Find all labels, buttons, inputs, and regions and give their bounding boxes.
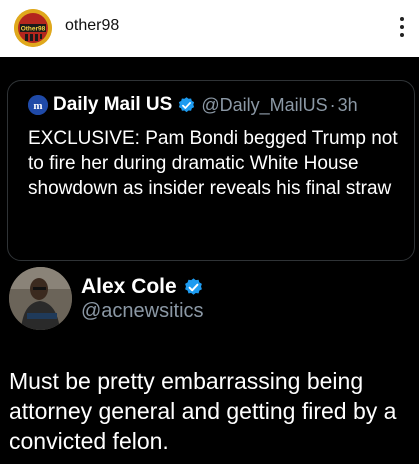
author-handle[interactable]: @acnewsitics <box>81 300 204 323</box>
verified-badge-icon <box>179 96 195 112</box>
author-name[interactable]: Alex Cole <box>81 275 177 299</box>
header-username[interactable]: other98 <box>65 17 119 35</box>
verified-badge-icon <box>184 277 202 295</box>
vertical-dots-icon[interactable] <box>395 14 409 42</box>
other98-logo-icon[interactable]: Other98 <box>14 9 52 47</box>
quoted-author-name[interactable]: Daily Mail US <box>53 94 172 116</box>
post-content: m Daily Mail US @Daily_MailUS · 3h EXCLU… <box>0 57 419 464</box>
separator-dot: · <box>329 94 336 115</box>
app-header: Other98 other98 <box>0 0 419 57</box>
author-avatar[interactable] <box>9 267 72 330</box>
post-text: Must be pretty embarrassing being attorn… <box>9 368 397 454</box>
quoted-post-text: EXCLUSIVE: Pam Bondi begged Trump not to… <box>28 128 398 199</box>
quoted-post-time[interactable]: 3h <box>338 95 358 116</box>
author-name-row: Alex Cole <box>81 274 204 300</box>
quoted-post-header: m Daily Mail US @Daily_MailUS · 3h <box>28 93 358 117</box>
svg-text:m: m <box>33 100 42 112</box>
svg-text:Other98: Other98 <box>21 26 46 33</box>
quoted-author-handle[interactable]: @Daily_MailUS <box>201 95 327 116</box>
quoted-post-card[interactable]: m Daily Mail US @Daily_MailUS · 3h EXCLU… <box>7 80 415 261</box>
daily-mail-logo-icon: m <box>28 95 48 115</box>
